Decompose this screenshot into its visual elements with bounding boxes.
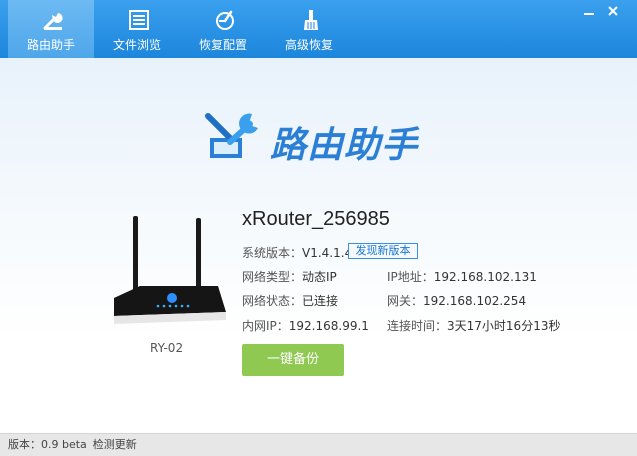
lan-ip: 内网IP：192.168.99.1	[242, 317, 369, 334]
router-device-image	[114, 216, 226, 324]
lan-ip-value: 192.168.99.1	[288, 319, 369, 333]
net-status-value: 已连接	[302, 294, 339, 308]
device-name: xRouter_256985	[242, 208, 390, 230]
gateway-label: 网关：	[387, 294, 424, 308]
net-status-label: 网络状态：	[242, 294, 303, 308]
tab-label: 文件浏览	[112, 38, 161, 52]
uptime-label: 连接时间：	[387, 319, 448, 333]
network-status: 网络状态：已连接	[242, 292, 338, 309]
document-list-icon	[129, 10, 149, 30]
uptime: 连接时间：3天17小时16分13秒	[387, 317, 560, 334]
uptime-value: 3天17小时16分13秒	[447, 319, 561, 333]
one-click-backup-button[interactable]: 一键备份	[242, 344, 344, 376]
status-bar: 版本：0.9 beta 检测更新	[0, 433, 637, 456]
restore-config-icon	[216, 10, 234, 30]
new-version-badge[interactable]: 发现新版本	[348, 243, 418, 259]
app-title: 路由助手	[270, 125, 419, 166]
main-content: 路由助手 RY-02 xRouter_256985 系统版本：V1.4.1.4 …	[0, 58, 637, 433]
router-tools-logo-icon	[205, 113, 258, 158]
app-version-text: 版本：0.9 beta	[8, 438, 87, 451]
tab-label: 高级恢复	[284, 38, 333, 52]
check-update-link[interactable]: 检测更新	[93, 438, 137, 451]
broom-icon	[304, 10, 318, 30]
wrench-icon	[43, 13, 63, 30]
close-icon[interactable]	[606, 4, 620, 18]
version-label: 系统版本：	[242, 246, 303, 260]
tab-router-assistant[interactable]: 路由助手	[8, 0, 94, 58]
network-type: 网络类型：动态IP	[242, 268, 337, 285]
app-logo: 路由助手	[200, 108, 440, 166]
tab-restore-config[interactable]: 恢复配置	[180, 0, 266, 58]
top-toolbar: 路由助手 文件浏览 恢复配置 高级恢复	[0, 0, 637, 58]
system-version: 系统版本：V1.4.1.4	[242, 244, 352, 261]
tab-file-browser[interactable]: 文件浏览	[94, 0, 180, 58]
net-type-label: 网络类型：	[242, 270, 303, 284]
ip-label: IP地址：	[387, 270, 434, 284]
minimize-icon[interactable]	[582, 4, 596, 18]
tab-label: 恢复配置	[198, 38, 247, 52]
tab-advanced-restore[interactable]: 高级恢复	[266, 0, 352, 58]
net-type-value: 动态IP	[302, 270, 337, 284]
gateway-value: 192.168.102.254	[423, 294, 527, 308]
router-model: RY-02	[150, 341, 184, 355]
version-value: V1.4.1.4	[302, 246, 353, 260]
tab-label: 路由助手	[26, 38, 75, 52]
ip-address: IP地址：192.168.102.131	[387, 268, 537, 285]
lan-ip-label: 内网IP：	[242, 319, 289, 333]
ip-value: 192.168.102.131	[433, 270, 537, 284]
gateway: 网关：192.168.102.254	[387, 292, 526, 309]
